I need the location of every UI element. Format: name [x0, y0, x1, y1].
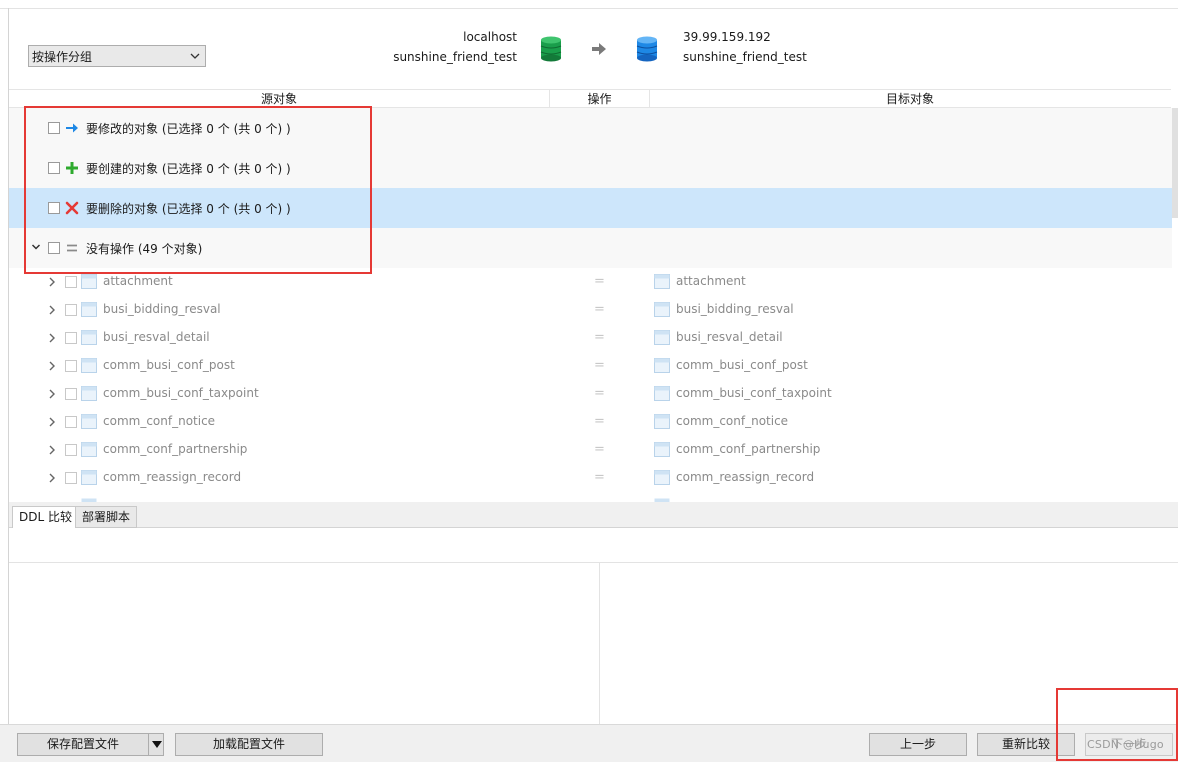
row-checkbox[interactable]	[65, 304, 77, 316]
operation-equals: =	[594, 302, 605, 317]
target-object-name: busi_resval_detail	[676, 330, 783, 344]
table-icon	[654, 330, 670, 345]
source-database-icon	[540, 36, 562, 62]
tab-strip: DDL 比较 部署脚本	[9, 502, 1178, 528]
target-object-name: busi_bidding_resval	[676, 302, 794, 316]
operation-equals: =	[594, 386, 605, 401]
operation-equals: =	[594, 274, 605, 289]
source-object-name: comm_reassign_record	[103, 470, 242, 484]
tab-ddl-compare[interactable]: DDL 比较	[12, 506, 79, 528]
table-row[interactable]: busi_resval_detail = busi_resval_detail	[9, 324, 1172, 352]
target-object-name: comm_conf_notice	[676, 414, 789, 428]
tab-deploy-script[interactable]: 部署脚本	[75, 506, 138, 528]
source-object-name: busi_resval_detail	[103, 330, 210, 344]
operation-equals: =	[594, 358, 605, 373]
table-icon	[654, 274, 670, 289]
source-host: localhost	[463, 30, 517, 44]
operation-equals: =	[594, 470, 605, 485]
source-object-name: comm_busi_conf_taxpoint	[103, 386, 259, 400]
row-checkbox[interactable]	[65, 276, 77, 288]
source-object-name: attachment	[103, 274, 173, 288]
chevron-down-icon	[190, 53, 200, 59]
operation-equals: =	[594, 414, 605, 429]
table-icon	[81, 274, 97, 289]
row-checkbox[interactable]	[65, 472, 77, 484]
table-icon	[654, 470, 670, 485]
group-by-select-value: 按操作分组	[32, 49, 93, 64]
table-icon	[81, 470, 97, 485]
ddl-toolbar	[9, 528, 1178, 563]
table-row[interactable]: comm_busi_conf_taxpoint = comm_busi_conf…	[9, 380, 1172, 408]
target-db: sunshine_friend_test	[683, 50, 807, 64]
table-icon	[654, 386, 670, 401]
save-config-dropdown[interactable]	[148, 733, 164, 756]
operation-equals: =	[594, 330, 605, 345]
column-target[interactable]: 目标对象	[650, 90, 1170, 107]
source-object-name: comm_conf_notice	[103, 414, 216, 428]
table-row[interactable]: comm_conf_notice = comm_conf_notice	[9, 408, 1172, 436]
target-object-name: comm_busi_conf_taxpoint	[676, 386, 832, 400]
chevron-right-icon[interactable]	[48, 333, 56, 343]
table-icon	[654, 302, 670, 317]
target-object-name: comm_conf_partnership	[676, 442, 821, 456]
table-icon	[81, 358, 97, 373]
annotation-box-groups	[24, 106, 372, 274]
table-icon	[654, 442, 670, 457]
chevron-right-icon[interactable]	[48, 361, 56, 371]
target-object-name: attachment	[676, 274, 746, 288]
load-config-button[interactable]: 加载配置文件	[175, 733, 323, 756]
target-object-name: comm_busi_conf_post	[676, 358, 808, 372]
source-db: sunshine_friend_test	[393, 50, 517, 64]
table-icon	[81, 442, 97, 457]
column-source[interactable]: 源对象	[9, 90, 550, 107]
row-checkbox[interactable]	[65, 332, 77, 344]
row-checkbox[interactable]	[65, 444, 77, 456]
chevron-right-icon[interactable]	[48, 417, 56, 427]
table-row[interactable]: busi_bidding_resval = busi_bidding_resva…	[9, 296, 1172, 324]
annotation-box-next	[1056, 688, 1178, 761]
table-icon	[654, 414, 670, 429]
source-object-name: comm_conf_partnership	[103, 442, 248, 456]
source-object-name: comm_busi_conf_post	[103, 358, 235, 372]
target-host: 39.99.159.192	[683, 30, 771, 44]
table-icon	[81, 302, 97, 317]
save-config-button[interactable]: 保存配置文件	[17, 733, 149, 756]
target-object-name: comm_reassign_record	[676, 470, 815, 484]
column-operation[interactable]: 操作	[550, 90, 650, 107]
chevron-right-icon[interactable]	[48, 445, 56, 455]
previous-button[interactable]: 上一步	[869, 733, 967, 756]
table-icon	[81, 386, 97, 401]
table-row[interactable]: comm_reassign_record = comm_reassign_rec…	[9, 464, 1172, 492]
row-checkbox[interactable]	[65, 416, 77, 428]
tree-scrollbar[interactable]	[1172, 108, 1178, 218]
ddl-source-pane[interactable]	[9, 563, 600, 724]
table-icon	[81, 414, 97, 429]
target-database-icon	[636, 36, 658, 62]
row-checkbox[interactable]	[65, 388, 77, 400]
table-icon	[654, 358, 670, 373]
chevron-right-icon[interactable]	[48, 473, 56, 483]
chevron-right-icon[interactable]	[48, 305, 56, 315]
chevron-right-icon[interactable]	[48, 277, 56, 287]
table-icon	[81, 330, 97, 345]
group-by-select[interactable]: 按操作分组	[28, 45, 206, 67]
operation-equals: =	[594, 442, 605, 457]
chevron-right-icon[interactable]	[48, 389, 56, 399]
table-row[interactable]: comm_busi_conf_post = comm_busi_conf_pos…	[9, 352, 1172, 380]
caret-down-icon	[152, 741, 162, 748]
row-checkbox[interactable]	[65, 360, 77, 372]
top-divider	[0, 8, 1178, 9]
source-object-name: busi_bidding_resval	[103, 302, 221, 316]
table-row[interactable]: comm_conf_partnership = comm_conf_partne…	[9, 436, 1172, 464]
arrow-right-icon	[592, 43, 606, 55]
